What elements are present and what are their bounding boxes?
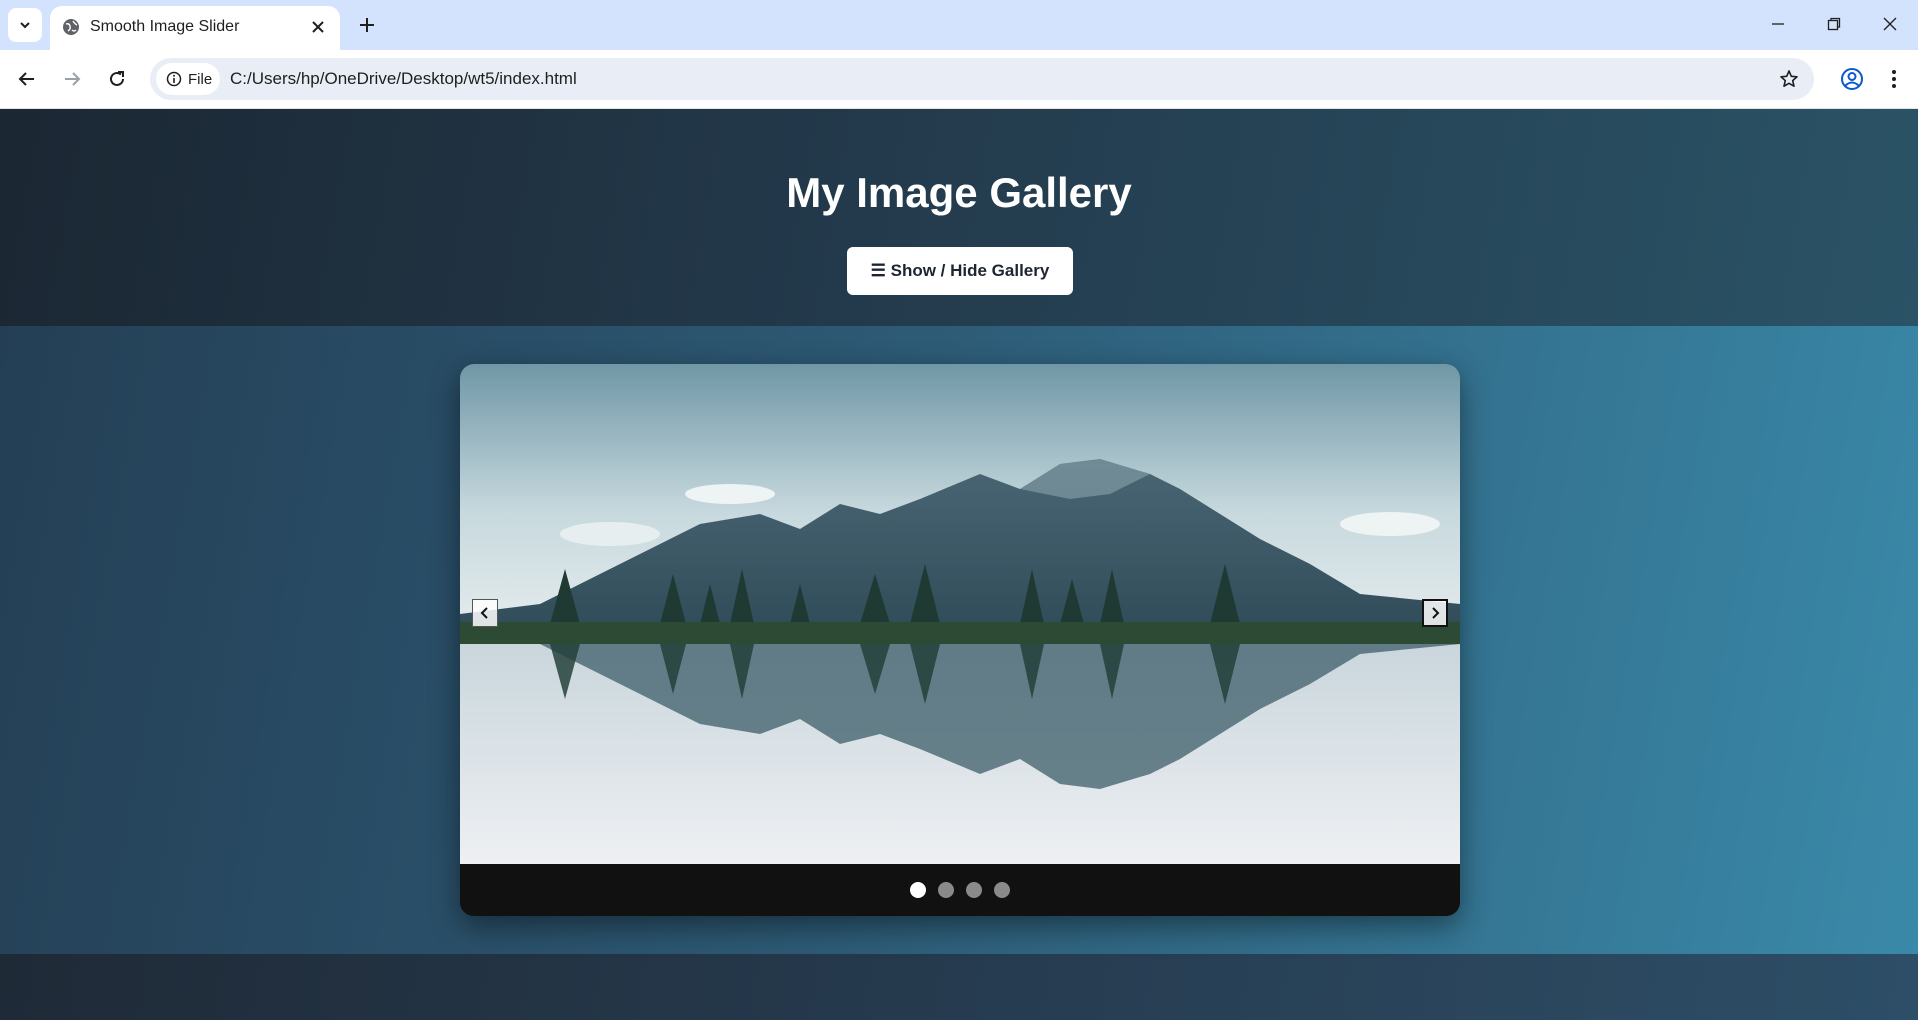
star-icon bbox=[1780, 70, 1798, 87]
close-icon bbox=[312, 21, 324, 33]
minimize-button[interactable] bbox=[1750, 6, 1806, 42]
site-info-chip[interactable]: File bbox=[156, 63, 220, 95]
prev-slide-button[interactable] bbox=[472, 599, 498, 627]
reload-icon bbox=[110, 71, 124, 86]
page-header: My Image Gallery ☰ Show / Hide Gallery bbox=[0, 109, 1918, 326]
footer-band bbox=[0, 954, 1918, 1020]
address-bar[interactable]: File C:/Users/hp/OneDrive/Desktop/wt5/in… bbox=[150, 58, 1814, 100]
tab-strip: Smooth Image Slider bbox=[0, 0, 1918, 50]
slide-dot-3[interactable] bbox=[966, 882, 982, 898]
tab-search-button[interactable] bbox=[8, 8, 42, 42]
reload-button[interactable] bbox=[99, 61, 135, 97]
restore-icon bbox=[1827, 17, 1841, 31]
globe-icon bbox=[63, 19, 79, 35]
profile-button[interactable] bbox=[1834, 61, 1870, 97]
slide-dot-2[interactable] bbox=[938, 882, 954, 898]
close-window-button[interactable] bbox=[1862, 6, 1918, 42]
browser-tab[interactable]: Smooth Image Slider bbox=[50, 6, 340, 50]
slide-indicators bbox=[460, 864, 1460, 916]
minimize-icon bbox=[1772, 23, 1784, 25]
chevron-left-icon bbox=[480, 607, 488, 619]
info-icon bbox=[166, 71, 182, 87]
avatar-icon bbox=[1841, 68, 1863, 90]
arrow-left-icon bbox=[18, 72, 34, 86]
slide-dot-4[interactable] bbox=[994, 882, 1010, 898]
forward-button[interactable] bbox=[54, 61, 90, 97]
next-slide-button[interactable] bbox=[1422, 599, 1448, 627]
image-slider bbox=[460, 364, 1460, 916]
tab-title: Smooth Image Slider bbox=[90, 18, 240, 35]
site-info-label: File bbox=[188, 70, 213, 88]
more-vertical-icon bbox=[1892, 70, 1896, 88]
new-tab-button[interactable] bbox=[352, 10, 382, 40]
close-icon bbox=[1883, 17, 1897, 31]
browser-menu-button[interactable] bbox=[1876, 61, 1912, 97]
chevron-right-icon bbox=[1432, 607, 1440, 619]
slide-dot-1[interactable] bbox=[910, 882, 926, 898]
browser-toolbar: File C:/Users/hp/OneDrive/Desktop/wt5/in… bbox=[0, 50, 1918, 109]
url-text[interactable]: C:/Users/hp/OneDrive/Desktop/wt5/index.h… bbox=[230, 69, 577, 89]
show-hide-gallery-button[interactable]: ☰ Show / Hide Gallery bbox=[847, 247, 1073, 295]
page-title: My Image Gallery bbox=[786, 169, 1132, 216]
arrow-right-icon bbox=[65, 72, 81, 86]
back-button[interactable] bbox=[9, 61, 45, 97]
bookmark-button[interactable] bbox=[1776, 66, 1802, 92]
restore-button[interactable] bbox=[1806, 6, 1862, 42]
chevron-down-icon bbox=[20, 22, 30, 29]
slide-image bbox=[460, 364, 1460, 864]
plus-icon bbox=[360, 18, 374, 32]
tab-close-button[interactable] bbox=[306, 15, 330, 39]
page-viewport: My Image Gallery ☰ Show / Hide Gallery bbox=[0, 109, 1918, 1020]
